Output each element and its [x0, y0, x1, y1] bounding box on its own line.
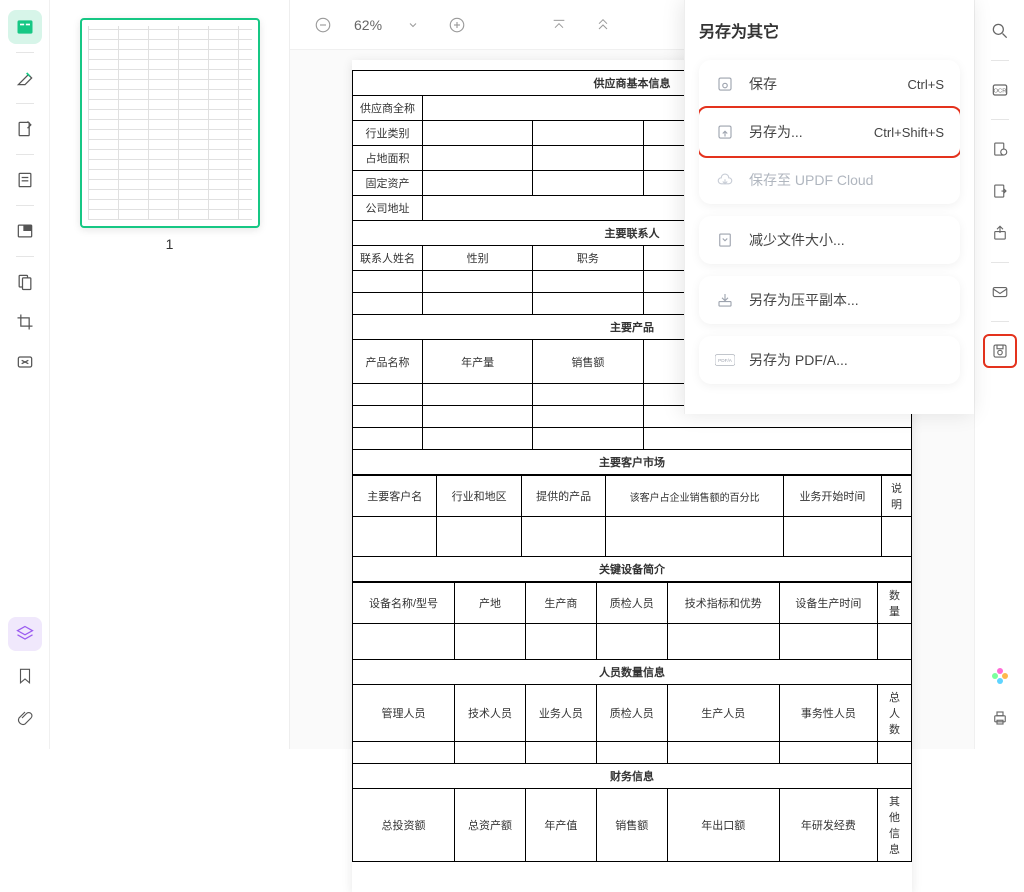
svg-text:OCR: OCR — [993, 89, 1006, 95]
save-cloud-button[interactable]: 保存至 UPDF Cloud — [699, 156, 960, 204]
bookmark-icon[interactable] — [8, 659, 42, 693]
save-as-panel: 另存为其它 保存 Ctrl+S 另存为... Ctrl+Shift+S 保存至 … — [684, 0, 974, 414]
ocr-icon[interactable]: OCR — [983, 73, 1017, 107]
text-page-icon[interactable] — [8, 163, 42, 197]
layers-icon[interactable] — [8, 617, 42, 651]
save-as-shortcut: Ctrl+Shift+S — [874, 125, 944, 140]
form-icon[interactable] — [8, 214, 42, 248]
email-icon[interactable] — [983, 275, 1017, 309]
zoom-out-button[interactable] — [310, 12, 336, 38]
export-icon[interactable] — [983, 174, 1017, 208]
crop-icon[interactable] — [8, 305, 42, 339]
section-market: 主要客户市场 — [353, 450, 912, 475]
separator — [16, 52, 34, 53]
share-icon[interactable] — [983, 216, 1017, 250]
print-icon[interactable] — [983, 701, 1017, 735]
scroll-up-icon[interactable] — [590, 12, 616, 38]
section-fin: 财务信息 — [353, 764, 912, 789]
separator — [16, 205, 34, 206]
zoom-value: 62% — [354, 17, 382, 33]
save-as-icon — [715, 122, 735, 142]
reduce-size-button[interactable]: 减少文件大小... — [699, 216, 960, 264]
pdfa-button[interactable]: PDF/A 另存为 PDF/A... — [699, 336, 960, 384]
scroll-top-icon[interactable] — [546, 12, 572, 38]
organize-icon[interactable] — [8, 265, 42, 299]
attachment-icon[interactable] — [8, 701, 42, 735]
flatten-icon — [715, 290, 735, 310]
search-icon[interactable] — [983, 14, 1017, 48]
edit-page-icon[interactable] — [8, 112, 42, 146]
thumbnail-panel: 1 — [50, 0, 290, 749]
page-thumbnail-1[interactable] — [80, 18, 260, 228]
pdfa-icon: PDF/A — [715, 350, 735, 370]
read-mode-icon[interactable] — [8, 10, 42, 44]
flatten-button[interactable]: 另存为压平副本... — [699, 276, 960, 324]
panel-title: 另存为其它 — [699, 18, 960, 42]
zoom-in-button[interactable] — [444, 12, 470, 38]
separator — [16, 103, 34, 104]
cloud-icon — [715, 170, 735, 190]
save-panel-toggle-icon[interactable] — [983, 334, 1017, 368]
protect-icon[interactable] — [983, 132, 1017, 166]
section-equip: 关键设备简介 — [353, 557, 912, 582]
ai-flower-icon[interactable] — [983, 659, 1017, 693]
reduce-icon — [715, 230, 735, 250]
separator — [16, 256, 34, 257]
save-as-button[interactable]: 另存为... Ctrl+Shift+S — [699, 106, 960, 158]
left-toolbar — [0, 0, 50, 749]
redact-icon[interactable] — [8, 345, 42, 379]
svg-text:PDF/A: PDF/A — [718, 358, 733, 363]
zoom-dropdown-icon[interactable] — [400, 12, 426, 38]
right-toolbar: OCR — [974, 0, 1024, 749]
separator — [16, 154, 34, 155]
save-icon — [715, 74, 735, 94]
highlight-icon[interactable] — [8, 61, 42, 95]
save-shortcut: Ctrl+S — [908, 77, 944, 92]
section-staff: 人员数量信息 — [353, 660, 912, 685]
save-button[interactable]: 保存 Ctrl+S — [699, 60, 960, 108]
thumbnail-page-number: 1 — [80, 236, 259, 252]
